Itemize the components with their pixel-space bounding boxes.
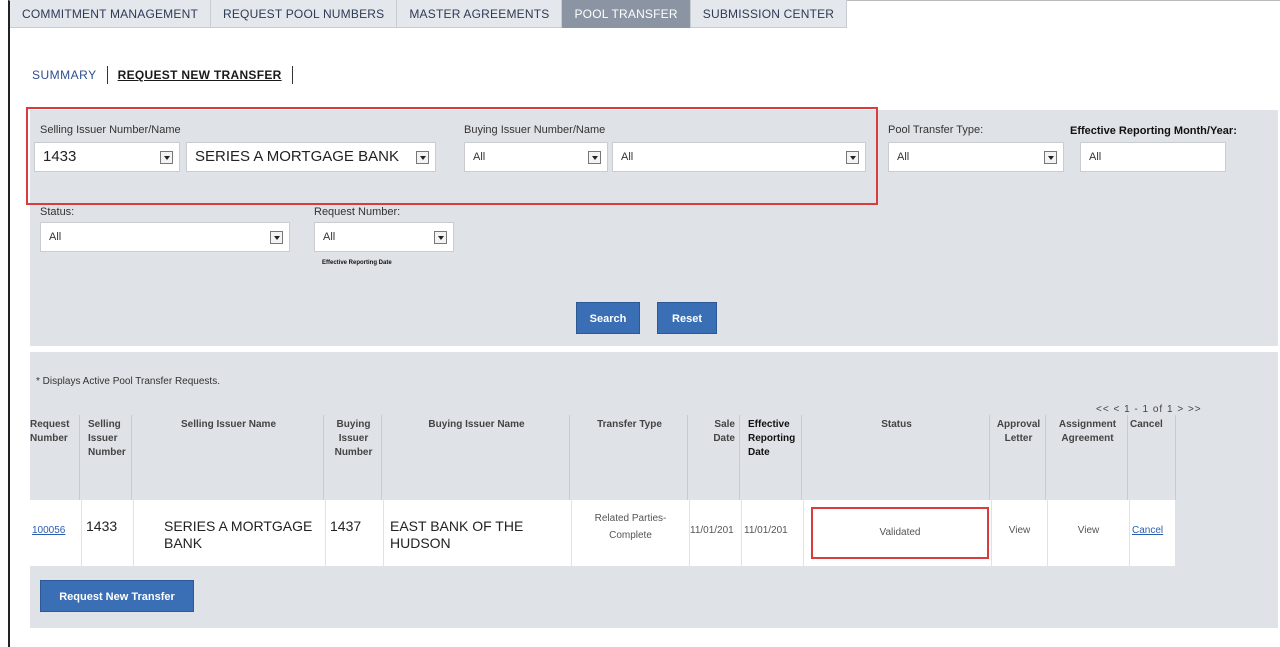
request-number-link[interactable]: 100056: [32, 525, 65, 536]
col-sale-date: Sale Date: [690, 415, 740, 500]
tab-submission-center[interactable]: SUBMISSION CENTER: [691, 0, 848, 28]
request-number-label: Request Number:: [314, 206, 401, 218]
table-cell-assignment-agreement: View: [1048, 500, 1130, 566]
table-cell-sale-date: 11/01/201: [690, 500, 742, 566]
chevron-down-icon[interactable]: [270, 231, 283, 244]
buying-issuer-number-select[interactable]: All: [464, 142, 608, 172]
table-cell-buying-issuer-name: EAST BANK OF THE HUDSON: [384, 500, 572, 566]
selling-issuer-label: Selling Issuer Number/Name: [40, 124, 181, 136]
selling-issuer-name-value: SERIES A MORTGAGE BANK: [195, 148, 399, 165]
tab-commitment-management[interactable]: COMMITMENT MANAGEMENT: [10, 0, 211, 28]
tab-master-agreements[interactable]: MASTER AGREEMENTS: [397, 0, 563, 28]
col-buying-issuer-number: Buying Issuer Number: [326, 415, 382, 500]
subnav-summary-link[interactable]: SUMMARY: [32, 68, 97, 82]
pool-transfer-type-label: Pool Transfer Type:: [888, 124, 984, 136]
pool-transfer-type-value: All: [897, 151, 910, 163]
col-assignment-agreement: Assignment Agreement: [1048, 415, 1128, 500]
pool-transfer-type-select[interactable]: All: [888, 142, 1064, 172]
status-label: Status:: [40, 206, 75, 218]
reset-button[interactable]: Reset: [657, 302, 717, 334]
main-tabs: COMMITMENT MANAGEMENT REQUEST POOL NUMBE…: [10, 0, 848, 28]
table-cell-selling-issuer-name: SERIES A MORTGAGE BANK: [134, 500, 326, 566]
pagination[interactable]: << < 1 - 1 of 1 > >>: [1096, 404, 1202, 415]
col-buying-issuer-name: Buying Issuer Name: [384, 415, 570, 500]
divider: [291, 66, 293, 84]
col-selling-issuer-number: Selling Issuer Number: [82, 415, 132, 500]
chevron-down-icon[interactable]: [846, 151, 859, 164]
col-approval-letter: Approval Letter: [992, 415, 1046, 500]
status-badge: Validated: [811, 507, 989, 559]
sub-navigation: SUMMARY REQUEST NEW TRANSFER: [32, 66, 293, 84]
request-new-transfer-button[interactable]: Request New Transfer: [40, 580, 194, 612]
buying-issuer-number-value: All: [473, 151, 486, 163]
table-cell-selling-issuer-number: 1433: [82, 500, 134, 566]
col-status: Status: [804, 415, 990, 500]
effective-reporting-date-label: Effective Reporting Date: [322, 260, 392, 266]
col-request-number: Request Number: [30, 415, 80, 500]
col-transfer-type: Transfer Type: [572, 415, 688, 500]
col-selling-issuer-name: Selling Issuer Name: [134, 415, 324, 500]
chevron-down-icon[interactable]: [1044, 151, 1057, 164]
tab-request-pool-numbers[interactable]: REQUEST POOL NUMBERS: [211, 0, 398, 28]
chevron-down-icon[interactable]: [434, 231, 447, 244]
buying-issuer-label: Buying Issuer Number/Name: [464, 124, 606, 136]
active-requests-note: * Displays Active Pool Transfer Requests…: [36, 376, 220, 387]
table-cell-buying-issuer-number: 1437: [326, 500, 384, 566]
table-cell-effective-date: 11/01/201: [742, 500, 804, 566]
col-effective-reporting-date: Effective Reporting Date: [742, 415, 802, 500]
col-cancel: Cancel: [1130, 415, 1176, 500]
subnav-request-new-transfer-link[interactable]: REQUEST NEW TRANSFER: [118, 68, 282, 82]
table-cell-cancel: Cancel: [1130, 500, 1176, 566]
assignment-agreement-view-link[interactable]: View: [1078, 525, 1100, 536]
effective-month-year-input[interactable]: All: [1080, 142, 1226, 172]
effective-month-year-value: All: [1089, 151, 1102, 163]
buying-issuer-name-value: All: [621, 151, 634, 163]
status-select[interactable]: All: [40, 222, 290, 252]
request-number-select[interactable]: All: [314, 222, 454, 252]
chevron-down-icon[interactable]: [416, 151, 429, 164]
table-cell-approval-letter: View: [992, 500, 1048, 566]
divider: [106, 66, 108, 84]
tab-pool-transfer[interactable]: POOL TRANSFER: [562, 0, 691, 28]
selling-issuer-number-value: 1433: [43, 148, 77, 165]
selling-issuer-number-select[interactable]: 1433: [34, 142, 180, 172]
effective-month-year-label: Effective Reporting Month/Year:: [1070, 125, 1237, 137]
request-number-value: All: [323, 231, 336, 243]
chevron-down-icon[interactable]: [588, 151, 601, 164]
table-cell-request-number: 100056: [30, 500, 82, 566]
table-cell-transfer-type: Related Parties- Complete: [572, 500, 690, 566]
status-value: All: [49, 231, 62, 243]
search-button[interactable]: Search: [576, 302, 640, 334]
approval-letter-view-link[interactable]: View: [1009, 525, 1031, 536]
buying-issuer-name-select[interactable]: All: [612, 142, 866, 172]
selling-issuer-name-select[interactable]: SERIES A MORTGAGE BANK: [186, 142, 436, 172]
chevron-down-icon[interactable]: [160, 151, 173, 164]
cancel-link[interactable]: Cancel: [1132, 525, 1163, 536]
